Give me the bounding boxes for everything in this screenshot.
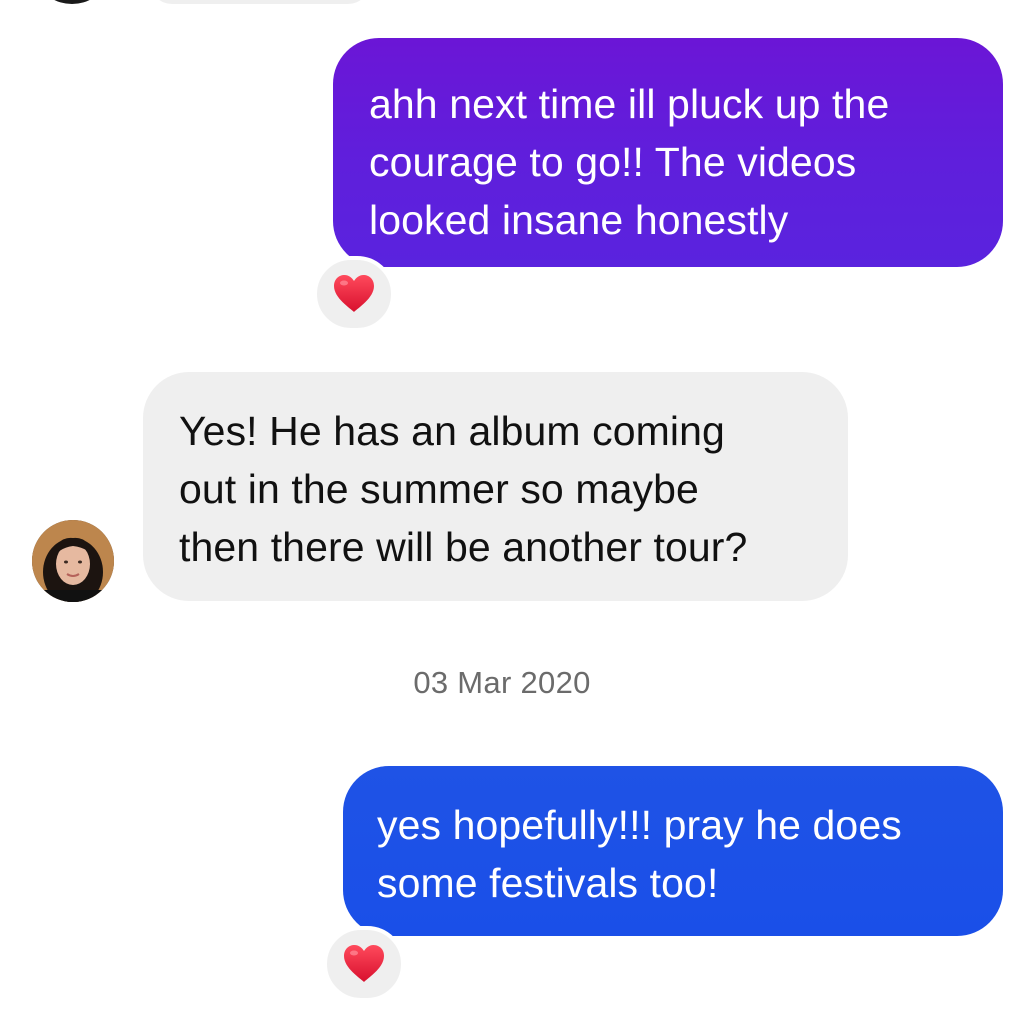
outgoing-message-bubble[interactable]: yes hopefully!!! pray he does some festi… — [343, 766, 1003, 936]
heart-icon — [342, 944, 386, 984]
contact-avatar[interactable] — [32, 520, 114, 602]
message-thread: ahh next time ill pluck up the courage t… — [0, 0, 1021, 1024]
outgoing-message-bubble[interactable]: ahh next time ill pluck up the courage t… — [333, 38, 1003, 267]
heart-icon — [332, 274, 376, 314]
message-bubble-partial[interactable] — [150, 0, 370, 4]
avatar-photo — [32, 520, 114, 602]
message-reaction[interactable] — [323, 926, 405, 1002]
date-separator: 03 Mar 2020 — [413, 665, 591, 700]
incoming-message-bubble[interactable]: Yes! He has an album coming out in the s… — [143, 372, 848, 601]
avatar-partial — [42, 0, 102, 4]
message-reaction[interactable] — [313, 256, 395, 332]
